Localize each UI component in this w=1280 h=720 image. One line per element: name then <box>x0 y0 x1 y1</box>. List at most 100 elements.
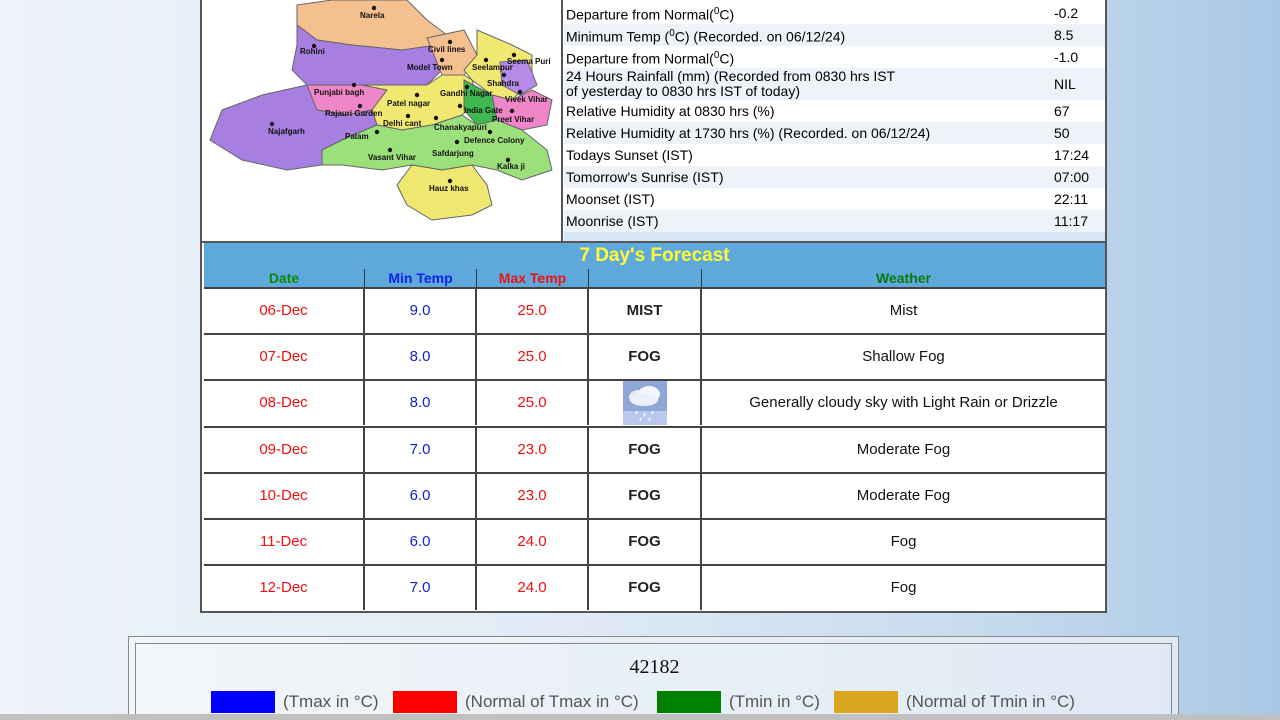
svg-text:Seema Puri: Seema Puri <box>507 57 551 66</box>
header-max-temp: Max Temp <box>477 269 589 287</box>
horizontal-scrollbar[interactable] <box>0 714 1280 720</box>
svg-text:Shahdra: Shahdra <box>487 79 520 88</box>
forecast-weather-text: Mist <box>889 302 918 319</box>
svg-text:Palam: Palam <box>345 132 369 141</box>
svg-text:India Gate: India Gate <box>464 106 503 115</box>
forecast-weather-text: Fog <box>890 579 917 597</box>
legend-label: (Normal of Tmax in °C) <box>465 692 639 711</box>
forecast-row: 10-Dec 6.0 23.0 FOG Moderate Fog <box>204 471 1105 518</box>
legend-swatch <box>393 691 457 713</box>
legend-normal-tmin: (Normal of Tmin in °C) <box>834 691 1075 713</box>
forecast-title: 7 Day's Forecast <box>204 243 1105 269</box>
observation-label: Minimum Temp (0C) (Recorded. on 06/12/24… <box>566 27 846 45</box>
legend-swatch <box>211 691 275 713</box>
svg-text:Rohini: Rohini <box>300 47 325 56</box>
forecast-weather-text: Generally cloudy sky with Light Rain or … <box>749 394 1058 412</box>
observation-label: Moonset (IST) <box>566 190 655 207</box>
observation-row: Tomorrow's Sunrise (IST) 07:00 <box>564 166 1105 188</box>
observation-value: 67 <box>1054 103 1070 119</box>
header-icon <box>589 269 702 287</box>
forecast-weather-text: Shallow Fog <box>862 348 945 366</box>
svg-text:Chanakyapuri: Chanakyapuri <box>434 123 487 132</box>
legend-tmax: (Tmax in °C) <box>211 691 379 713</box>
forecast-max-temp: 23.0 <box>477 473 589 518</box>
observation-row: Moonrise (IST) 11:17 <box>564 210 1105 232</box>
observation-label: Relative Humidity at 1730 hrs (%) (Recor… <box>566 124 931 141</box>
forecast-min-temp: 7.0 <box>365 427 477 472</box>
observation-label: Relative Humidity at 0830 hrs (%) <box>566 102 775 119</box>
legend-tmin: (Tmin in °C) <box>657 691 820 713</box>
observation-label: Moonrise (IST) <box>566 212 659 229</box>
forecast-max-temp: 25.0 <box>477 335 589 380</box>
observation-row: Departure from Normal(0C) -0.2 <box>564 2 1105 24</box>
svg-text:Gandhi Nagar: Gandhi Nagar <box>440 89 492 98</box>
svg-text:Defence Colony: Defence Colony <box>464 136 525 145</box>
temperature-graph: 42182 (Tmax in °C) (Normal of Tmax in °C… <box>128 636 1179 720</box>
observation-label: 24 Hours Rainfall (mm) (Recorded from 08… <box>566 68 896 99</box>
svg-text:Punjabi bagh: Punjabi bagh <box>314 88 364 97</box>
svg-text:Model Town: Model Town <box>407 63 453 72</box>
forecast-row: 11-Dec 6.0 24.0 FOG Fog <box>204 518 1105 564</box>
svg-text:Preet Vihar: Preet Vihar <box>492 115 534 124</box>
observation-label: Todays Sunset (IST) <box>566 146 693 163</box>
observation-label: Departure from Normal(0C) <box>566 49 735 67</box>
header-date: Date <box>204 269 365 287</box>
forecast-weather-text: Moderate Fog <box>856 486 951 504</box>
observation-value: 22:11 <box>1054 191 1088 207</box>
forecast-weather-icon: FOG <box>589 520 702 564</box>
graph-frame: 42182 (Tmax in °C) (Normal of Tmax in °C… <box>135 643 1172 720</box>
svg-text:Vasant Vihar: Vasant Vihar <box>368 153 416 162</box>
observation-value: 11:17 <box>1054 213 1088 229</box>
forecast-max-temp: 25.0 <box>477 289 589 333</box>
observation-row: Relative Humidity at 1730 hrs (%) (Recor… <box>564 122 1105 144</box>
legend-swatch <box>657 691 721 713</box>
forecast-weather-icon: FOG <box>589 566 702 611</box>
forecast-date: 11-Dec <box>204 520 365 564</box>
svg-text:Kalka ji: Kalka ji <box>497 162 525 171</box>
forecast-min-temp: 7.0 <box>365 566 477 611</box>
forecast-date: 06-Dec <box>204 289 365 333</box>
forecast-min-temp: 8.0 <box>365 381 477 426</box>
observation-row: Minimum Temp (0C) (Recorded. on 06/12/24… <box>564 24 1105 46</box>
observation-value: 07:00 <box>1054 169 1090 185</box>
svg-text:Vivek Vihar: Vivek Vihar <box>505 95 548 104</box>
forecast-weather-text: Fog <box>890 533 917 550</box>
legend-normal-tmax: (Normal of Tmax in °C) <box>393 691 639 713</box>
forecast-weather-icon: FOG <box>589 335 702 380</box>
forecast-max-temp: 25.0 <box>477 381 589 426</box>
forecast-weather-icon: MIST <box>589 289 702 333</box>
legend-swatch <box>834 691 898 713</box>
forecast-row: 07-Dec 8.0 25.0 FOG Shallow Fog <box>204 333 1105 380</box>
svg-text:Narela: Narela <box>360 11 385 20</box>
svg-text:Safdarjung: Safdarjung <box>432 149 474 158</box>
svg-text:Civil lines: Civil lines <box>428 45 466 54</box>
observation-value: NIL <box>1054 76 1076 92</box>
graph-title: 42182 <box>629 656 680 678</box>
forecast-row: 12-Dec 7.0 24.0 FOG Fog <box>204 564 1105 611</box>
observation-value: 8.5 <box>1054 27 1074 43</box>
header-min-temp: Min Temp <box>365 269 477 287</box>
forecast-min-temp: 8.0 <box>365 335 477 380</box>
svg-text:Patel nagar: Patel nagar <box>387 99 430 108</box>
forecast-date: 10-Dec <box>204 473 365 518</box>
delhi-map-image: NarelaRohini Civil lines Model Town Seelam… <box>209 0 553 221</box>
forecast-row: 09-Dec 7.0 23.0 FOG Moderate Fog <box>204 425 1105 472</box>
observation-row: Departure from Normal(0C) -1.0 <box>564 46 1105 68</box>
current-observations-section: Narela Rohini Civil lines Model Town Seelam… <box>200 0 1107 243</box>
observation-value: -0.2 <box>1054 5 1079 21</box>
legend-label: (Tmin in °C) <box>729 692 820 711</box>
legend-label: (Tmax in °C) <box>283 692 379 711</box>
observation-label: Departure from Normal(0C) <box>566 5 735 23</box>
forecast-row: 06-Dec 9.0 25.0 MIST Mist <box>204 287 1105 333</box>
forecast-min-temp: 6.0 <box>365 473 477 518</box>
observation-row: 24 Hours Rainfall (mm) (Recorded from 08… <box>564 68 1105 100</box>
forecast-min-temp: 6.0 <box>365 520 477 564</box>
observations-footer-strip <box>564 232 1105 241</box>
forecast-date: 07-Dec <box>204 335 365 380</box>
legend-label: (Normal of Tmin in °C) <box>906 692 1075 711</box>
observation-row: Relative Humidity at 0830 hrs (%) 67 <box>564 100 1105 122</box>
forecast-header-row: Date Min Temp Max Temp Weather <box>204 269 1105 287</box>
svg-text:Delhi cant: Delhi cant <box>383 119 422 128</box>
observations-table: Departure from Normal(0C) -0.2 Minimum T… <box>564 0 1105 241</box>
svg-text:Najafgarh: Najafgarh <box>268 127 305 136</box>
